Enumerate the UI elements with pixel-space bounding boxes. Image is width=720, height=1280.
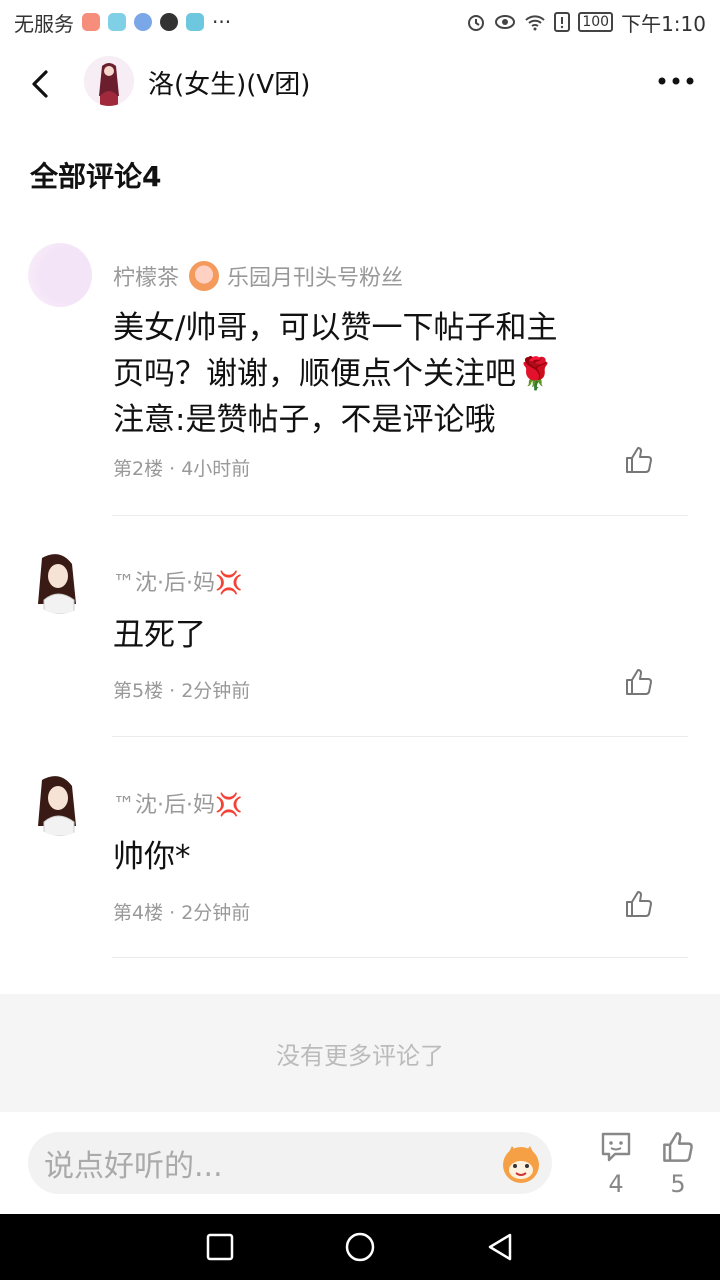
like-icon[interactable] bbox=[624, 667, 654, 697]
top-bar: 洛(女生)(V团) bbox=[0, 44, 720, 122]
sim-alert-icon bbox=[554, 12, 571, 32]
like-icon bbox=[663, 1132, 693, 1162]
app-icon bbox=[108, 13, 126, 31]
back-icon[interactable] bbox=[26, 66, 58, 102]
system-nav-bar bbox=[0, 1214, 720, 1280]
divider bbox=[112, 957, 688, 958]
app-icon bbox=[82, 13, 100, 31]
comment-meta: 第5楼 · 2分钟前 bbox=[113, 680, 251, 702]
avatar[interactable] bbox=[28, 772, 92, 836]
comment-icon bbox=[601, 1132, 631, 1162]
comment-count: 4 bbox=[608, 1170, 624, 1198]
comment-text-line: 注意:是赞帖子，不是评论哦 bbox=[113, 402, 496, 438]
comment-button[interactable]: 4 bbox=[594, 1130, 638, 1206]
comment-text-line: 丑死了 bbox=[113, 617, 206, 653]
comment-meta: 第4楼 · 2分钟前 bbox=[113, 902, 251, 924]
comment-author[interactable]: ™沈·后·妈💢 bbox=[113, 565, 242, 597]
like-button[interactable]: 5 bbox=[656, 1130, 700, 1206]
status-right: 100 下午1:10 bbox=[466, 8, 706, 37]
comment-input[interactable]: 说点好听的... bbox=[28, 1132, 552, 1194]
like-icon[interactable] bbox=[624, 445, 654, 475]
wifi-icon bbox=[525, 15, 546, 31]
like-count: 5 bbox=[670, 1170, 686, 1198]
status-bar: 无服务 ··· 100 下午1:10 bbox=[0, 0, 720, 44]
comment-author[interactable]: ™沈·后·妈💢 bbox=[113, 787, 242, 819]
avatar[interactable] bbox=[28, 243, 92, 307]
carrier-text: 无服务 bbox=[14, 11, 74, 36]
comment-text: 帅你* bbox=[113, 834, 653, 880]
page-title: 洛(女生)(V团) bbox=[148, 70, 311, 100]
battery-icon: 100 bbox=[578, 12, 614, 32]
nav-square-icon[interactable] bbox=[204, 1231, 236, 1263]
nav-home-icon[interactable] bbox=[344, 1231, 376, 1263]
eye-icon bbox=[495, 15, 516, 29]
no-more-comments: 没有更多评论了 bbox=[0, 994, 720, 1112]
like-icon[interactable] bbox=[624, 889, 654, 919]
comment-author-row: 柠檬茶 乐园月刊头号粉丝 bbox=[113, 260, 403, 292]
comment-meta: 第2楼 · 4小时前 bbox=[113, 458, 251, 480]
emoji-icon[interactable] bbox=[498, 1140, 544, 1186]
more-notifications: ··· bbox=[212, 10, 232, 34]
more-icon[interactable] bbox=[656, 66, 696, 96]
clock: 下午1:10 bbox=[621, 11, 706, 36]
divider bbox=[112, 736, 688, 737]
comment-text: 美女/帅哥，可以赞一下帖子和主 页吗？谢谢，顺便点个关注吧🌹 注意:是赞帖子，不… bbox=[113, 305, 653, 443]
comment-text-line: 帅你* bbox=[113, 839, 191, 875]
comment-text-line: 页吗？谢谢，顺便点个关注吧🌹 bbox=[113, 356, 555, 392]
fan-badge-label: 乐园月刊头号粉丝 bbox=[227, 266, 404, 291]
comment-text-line: 美女/帅哥，可以赞一下帖子和主 bbox=[113, 310, 558, 346]
tiktok-icon bbox=[160, 13, 178, 31]
avatar[interactable] bbox=[84, 56, 134, 106]
nav-back-icon[interactable] bbox=[484, 1231, 516, 1263]
alarm-icon bbox=[468, 15, 485, 31]
fan-badge-icon bbox=[189, 261, 220, 291]
shield-app-icon bbox=[186, 13, 204, 31]
status-left: 无服务 ··· bbox=[14, 8, 231, 37]
comments-header: 全部评论4 bbox=[30, 160, 162, 193]
input-placeholder: 说点好听的... bbox=[44, 1149, 223, 1184]
divider bbox=[112, 515, 688, 516]
avatar[interactable] bbox=[28, 550, 92, 614]
comment-author[interactable]: 柠檬茶 bbox=[113, 260, 179, 292]
comment-text: 丑死了 bbox=[113, 612, 653, 658]
app-icon bbox=[134, 13, 152, 31]
comment-input-bar: 说点好听的... 4 5 bbox=[0, 1112, 720, 1214]
